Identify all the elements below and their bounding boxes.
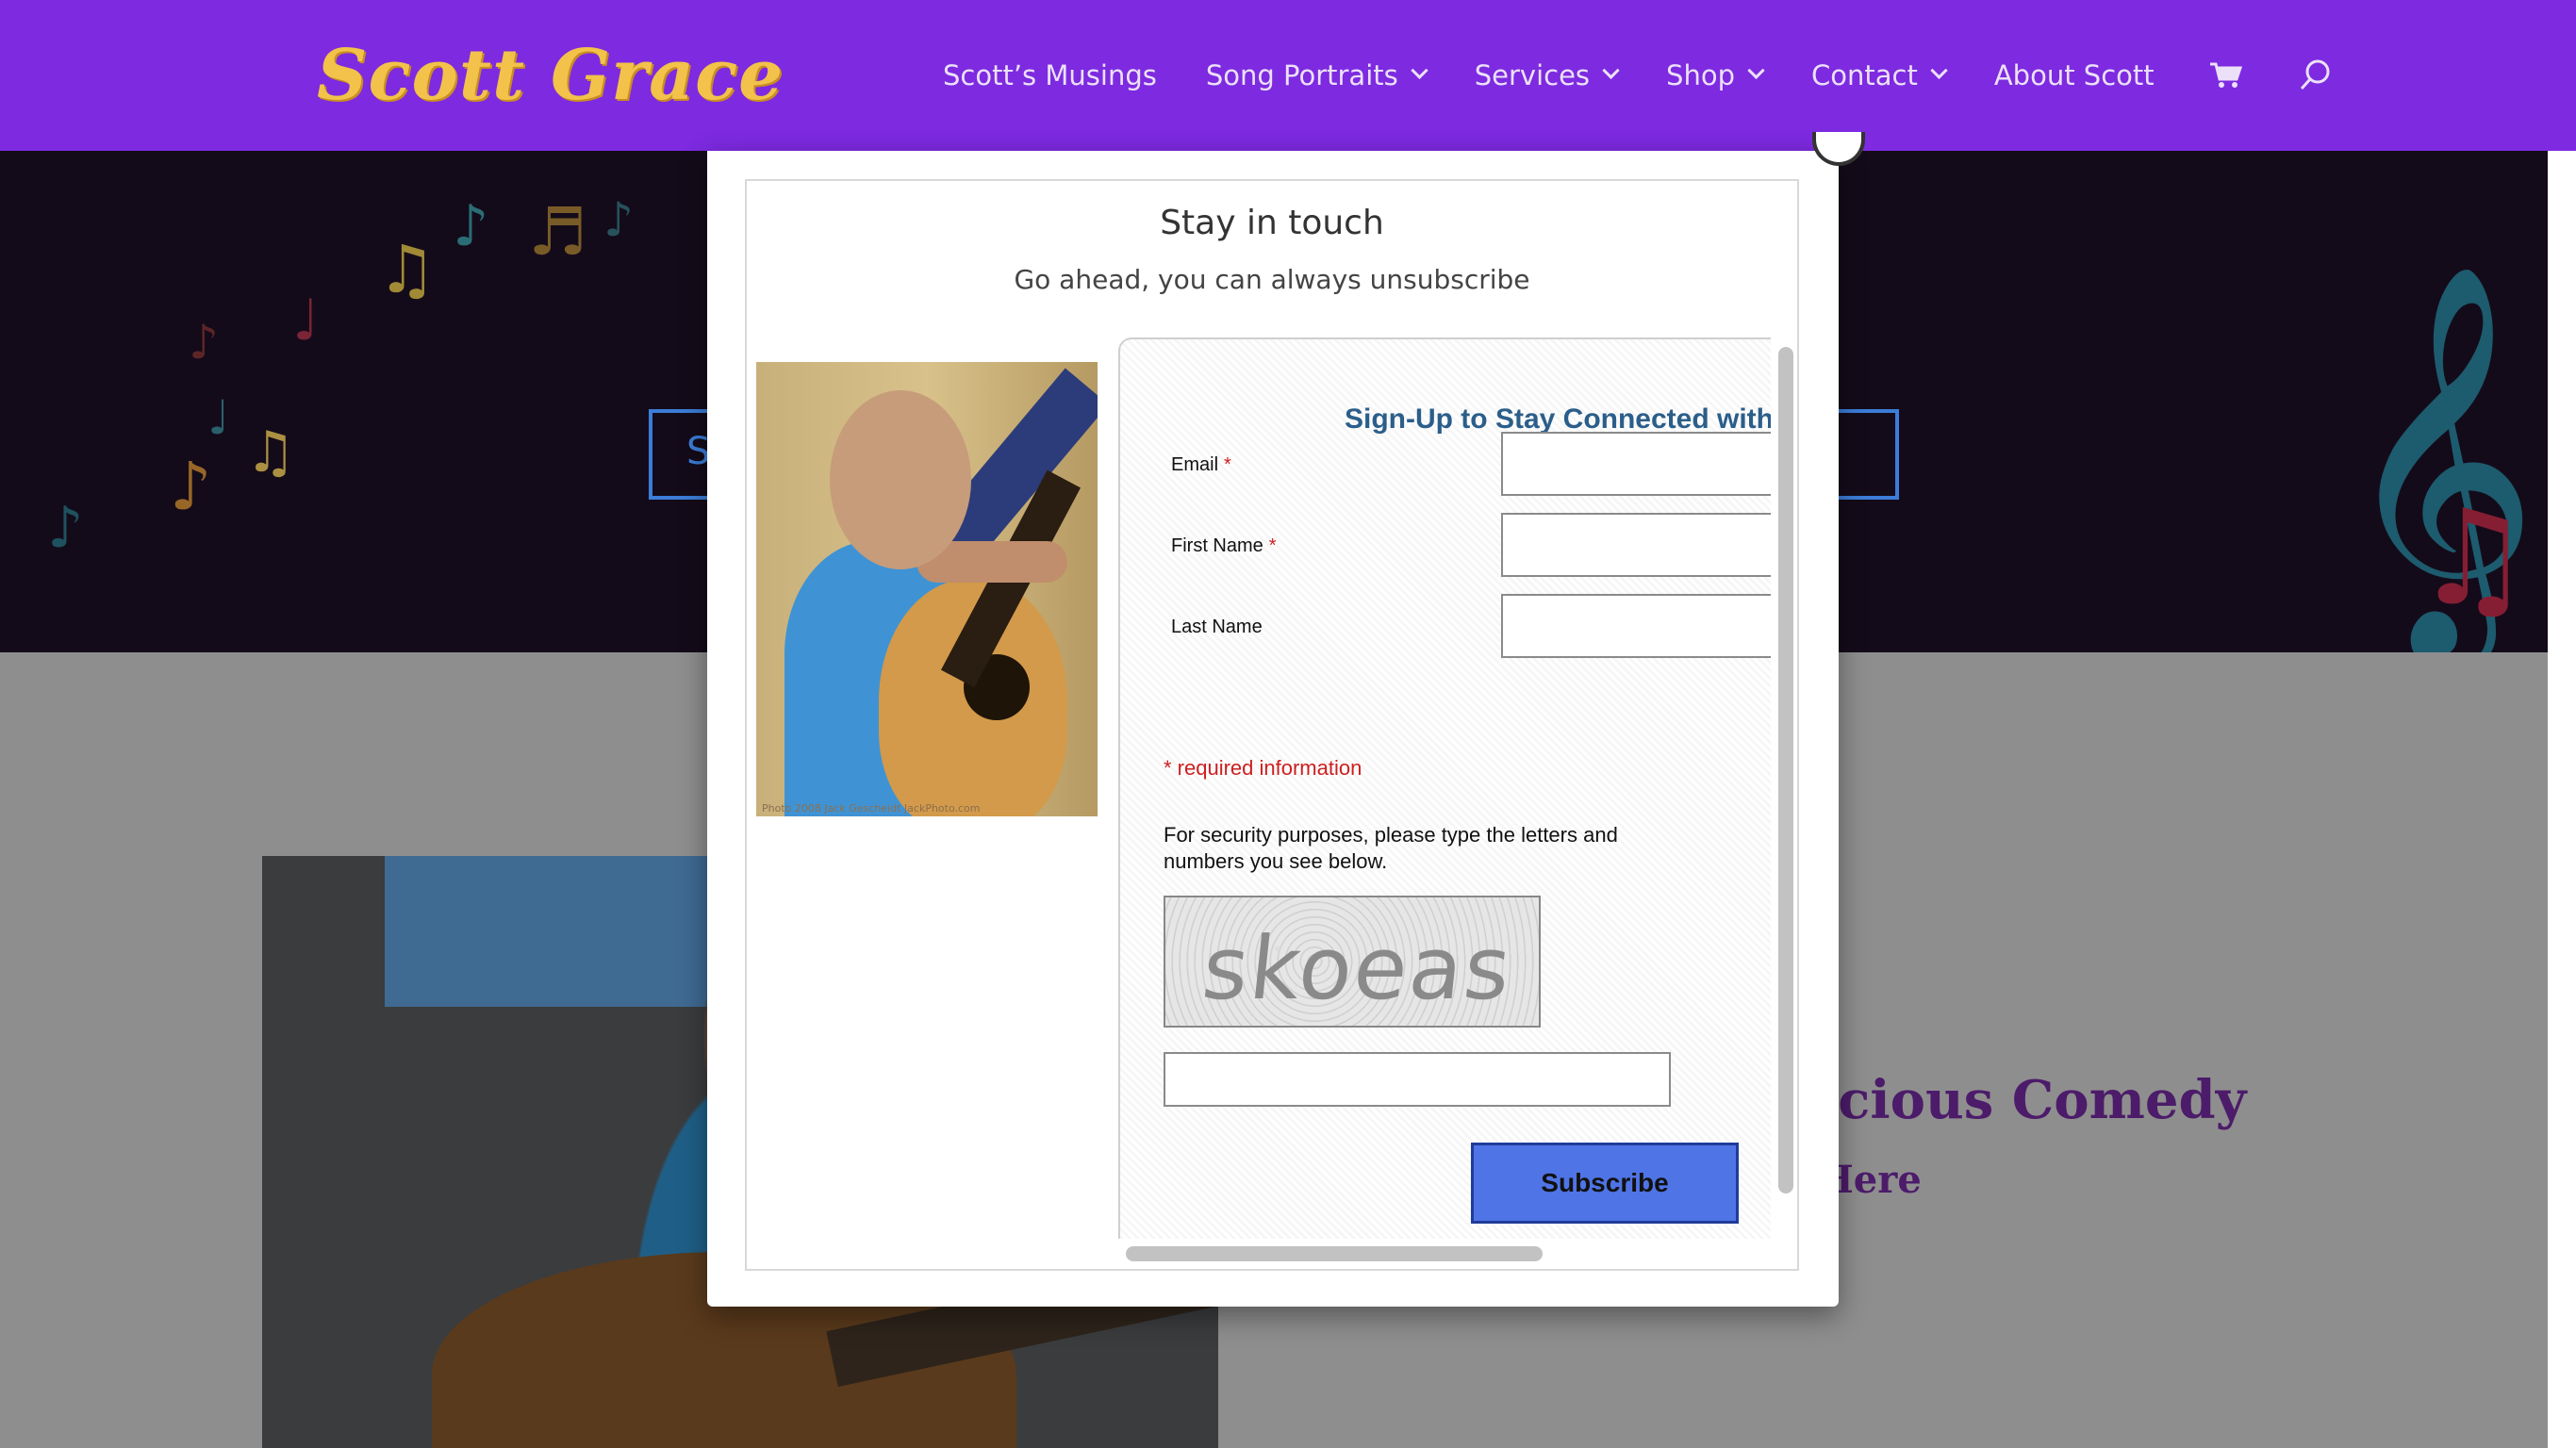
- page-scrollbar[interactable]: [2548, 151, 2576, 1448]
- search-icon[interactable]: [2294, 54, 2337, 97]
- svg-text:♪: ♪: [603, 192, 634, 247]
- svg-text:♫: ♫: [245, 420, 296, 485]
- chevron-down-icon: [1602, 61, 1620, 79]
- svg-text:♪: ♪: [453, 193, 488, 259]
- nav-item-services[interactable]: Services: [1474, 59, 1620, 91]
- nav-item-label: Services: [1474, 59, 1591, 91]
- first-name-label-text: First Name: [1171, 535, 1263, 556]
- svg-text:♪: ♪: [170, 448, 212, 525]
- captcha-input[interactable]: [1164, 1052, 1671, 1107]
- required-star: *: [1224, 454, 1231, 475]
- subscribe-button[interactable]: Subscribe: [1471, 1143, 1739, 1224]
- captcha-text: skoeas: [1197, 918, 1517, 1019]
- nav-item-shop[interactable]: Shop: [1666, 59, 1765, 91]
- nav-item-about[interactable]: About Scott: [1994, 59, 2155, 91]
- first-name-label: First Name *: [1171, 535, 1277, 557]
- svg-text:♬: ♬: [528, 193, 587, 271]
- nav-item-contact[interactable]: Contact: [1811, 59, 1948, 91]
- nav-item-song-portraits[interactable]: Song Portraits: [1205, 59, 1428, 91]
- svg-text:♪: ♪: [189, 315, 219, 370]
- artist-portrait: Photo 2008 Jack Gescheidt JackPhoto.com: [756, 362, 1098, 816]
- security-instructions: For security purposes, please type the l…: [1164, 823, 1618, 873]
- modal-content: Stay in touch Go ahead, you can always u…: [745, 179, 1799, 1271]
- portrait-head: [830, 390, 971, 569]
- svg-text:♪: ♪: [47, 495, 83, 561]
- nav-item-label: Song Portraits: [1205, 59, 1398, 91]
- svg-text:♫: ♫: [377, 231, 437, 308]
- modal-subtitle: Go ahead, you can always unsubscribe: [1014, 264, 1530, 295]
- svg-text:♩: ♩: [292, 288, 319, 354]
- cart-icon[interactable]: [2204, 54, 2247, 97]
- form-vertical-scroll-thumb[interactable]: [1778, 347, 1793, 1193]
- form-heading: Sign-Up to Stay Connected with: [1345, 403, 1774, 435]
- required-info-note: * required information: [1164, 756, 1362, 780]
- last-name-label-text: Last Name: [1171, 617, 1263, 637]
- section-title: icious Comedy: [1818, 1069, 2247, 1131]
- captcha-image: skoeas: [1164, 896, 1541, 1028]
- chevron-down-icon: [1411, 61, 1428, 79]
- site-logo[interactable]: Scott Grace: [317, 28, 784, 123]
- main-nav: Scott’s Musings Song Portraits Services …: [943, 0, 2385, 151]
- required-star: *: [1268, 535, 1277, 556]
- first-name-field[interactable]: [1501, 513, 1797, 577]
- form-horizontal-scroll-thumb[interactable]: [1126, 1246, 1543, 1261]
- email-field[interactable]: [1501, 432, 1797, 496]
- nav-item-label: About Scott: [1993, 59, 2155, 91]
- last-name-label: Last Name: [1171, 617, 1263, 638]
- chevron-down-icon: [1747, 61, 1765, 79]
- chevron-down-icon: [1930, 61, 1948, 79]
- last-name-field[interactable]: [1501, 594, 1797, 658]
- nav-item-label: Scott’s Musings: [943, 59, 1157, 91]
- email-label-text: Email: [1171, 454, 1219, 475]
- subscribe-modal: Stay in touch Go ahead, you can always u…: [707, 151, 1839, 1307]
- svg-text:♫: ♫: [2414, 482, 2533, 635]
- modal-title: Stay in touch: [1160, 204, 1384, 242]
- photo-credit: Photo 2008 Jack Gescheidt JackPhoto.com: [762, 802, 981, 814]
- nav-item-label: Contact: [1811, 59, 1918, 91]
- signup-form-frame: Sign-Up to Stay Connected with Email * Fi…: [1118, 337, 1797, 1242]
- nav-item-musings[interactable]: Scott’s Musings: [943, 59, 1157, 91]
- nav-item-label: Shop: [1666, 59, 1735, 91]
- site-header: Scott Grace Scott’s Musings Song Portrai…: [0, 0, 2576, 151]
- email-label: Email *: [1171, 454, 1231, 476]
- svg-text:♩: ♩: [207, 390, 230, 445]
